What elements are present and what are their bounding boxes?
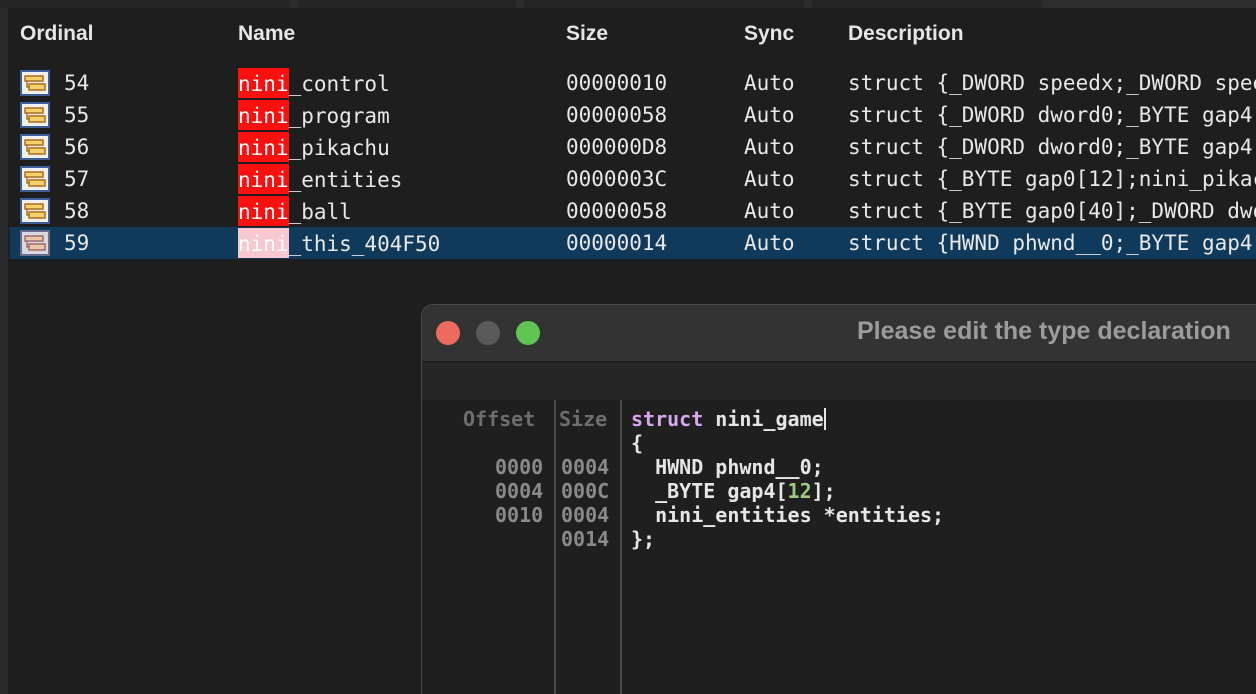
row-ordinal: 56 [64, 135, 90, 159]
row-name: nini_ball [238, 195, 352, 227]
top-toolbar-strip [0, 0, 1256, 8]
toolbar-segment [812, 0, 1042, 8]
table-row[interactable]: 57 nini_entities 0000003C Auto struct {_… [10, 163, 1256, 195]
search-match-highlight: nini [238, 132, 289, 162]
minimize-window-button[interactable] [476, 321, 500, 345]
row-name: nini_pikachu [238, 131, 390, 163]
gutter-separator [620, 400, 622, 694]
row-name: nini_this_404F50 [238, 227, 440, 259]
struct-name: nini_game [703, 407, 824, 431]
row-name-rest: _control [288, 72, 390, 96]
left-gutter [0, 8, 8, 694]
dialog-toolbar [422, 362, 1256, 400]
zoom-window-button[interactable] [516, 321, 540, 345]
search-match-highlight: nini [238, 164, 289, 194]
size-value: 000C [561, 479, 610, 503]
row-sync: Auto [744, 71, 795, 95]
dialog-title: Please edit the type declaration [857, 317, 1231, 345]
table-row[interactable]: 58 nini_ball 00000058 Auto struct {_BYTE… [10, 195, 1256, 227]
row-sync: Auto [744, 199, 795, 223]
column-header-sync[interactable]: Sync [744, 22, 794, 46]
size-column-header: Size [559, 407, 608, 431]
offset-value: 0004 [495, 479, 544, 503]
row-sync: Auto [744, 103, 795, 127]
row-name: nini_entities [238, 163, 402, 195]
row-size: 0000003C [566, 167, 668, 191]
offset-column-header: Offset [463, 407, 536, 431]
size-value: 0004 [561, 455, 610, 479]
row-name-rest: _program [288, 104, 390, 128]
toolbar-segment [298, 0, 516, 8]
toolbar-segment [0, 0, 290, 8]
gutter-separator [554, 400, 556, 694]
struct-type-icon [20, 134, 50, 160]
table-header: Ordinal Name Size Sync Description [0, 8, 1256, 64]
row-name-rest: _entities [288, 168, 403, 192]
search-match-highlight: nini [238, 100, 289, 130]
row-description: struct {_BYTE gap0[40];_DWORD dword [848, 199, 1256, 223]
local-types-list: 54 nini_control 00000010 Auto struct {_D… [10, 67, 1256, 259]
offset-value: 0000 [495, 455, 544, 479]
struct-type-icon [20, 166, 50, 192]
row-sync: Auto [744, 135, 795, 159]
search-match-highlight: nini [238, 68, 289, 98]
code-line: ]; [811, 479, 836, 503]
type-declaration-editor[interactable]: Offset Size 0000 0004 0010 0004 000C 000… [422, 400, 1256, 694]
struct-type-icon [20, 230, 50, 256]
code-line: nini_entities *entities; [631, 503, 945, 527]
code-line: }; [631, 527, 656, 551]
table-row[interactable]: 54 nini_control 00000010 Auto struct {_D… [10, 67, 1256, 99]
table-row[interactable]: 56 nini_pikachu 000000D8 Auto struct {_D… [10, 131, 1256, 163]
row-name: nini_control [238, 67, 390, 99]
row-name: nini_program [238, 99, 390, 131]
row-size: 00000058 [566, 199, 668, 223]
row-description: struct {_DWORD dword0;_BYTE gap4 [848, 135, 1253, 159]
table-row[interactable]: 55 nini_program 00000058 Auto struct {_D… [10, 99, 1256, 131]
row-size: 00000058 [566, 103, 668, 127]
row-ordinal: 57 [64, 167, 90, 191]
row-size: 00000014 [566, 231, 668, 255]
column-header-size[interactable]: Size [566, 22, 608, 46]
row-ordinal: 55 [64, 103, 90, 127]
row-sync: Auto [744, 167, 795, 191]
size-value: 0014 [561, 527, 610, 551]
array-size-number: 12 [787, 479, 812, 503]
search-match-highlight: nini [238, 196, 289, 226]
dialog-titlebar[interactable]: Please edit the type declaration [422, 305, 1256, 362]
row-description: struct {_BYTE gap0[12];nini_pikachu [848, 167, 1256, 191]
offset-value: 0010 [495, 503, 544, 527]
code-line: { [631, 431, 644, 455]
close-window-button[interactable] [436, 321, 460, 345]
row-sync: Auto [744, 231, 795, 255]
code-line: HWND phwnd__0; [631, 455, 824, 479]
column-header-name[interactable]: Name [238, 22, 295, 46]
struct-keyword: struct [631, 407, 704, 431]
row-size: 000000D8 [566, 135, 668, 159]
row-description: struct {_DWORD dword0;_BYTE gap4 [848, 103, 1253, 127]
code-line: _BYTE gap4[ [631, 479, 788, 503]
struct-type-icon [20, 102, 50, 128]
row-name-rest: _this_404F50 [288, 232, 441, 256]
search-match-highlight: nini [238, 228, 289, 258]
column-header-description[interactable]: Description [848, 22, 964, 46]
row-ordinal: 58 [64, 199, 90, 223]
column-header-ordinal[interactable]: Ordinal [20, 22, 94, 46]
struct-type-icon [20, 70, 50, 96]
row-name-rest: _ball [288, 200, 352, 224]
row-ordinal: 54 [64, 71, 90, 95]
row-ordinal: 59 [64, 231, 90, 255]
code-text[interactable]: struct nini_game { HWND phwnd__0; _BYTE … [631, 407, 944, 551]
table-row-selected[interactable]: 59 nini_this_404F50 00000014 Auto struct… [10, 227, 1256, 259]
edit-type-dialog: Please edit the type declaration Offset … [421, 304, 1256, 694]
size-value: 0004 [561, 503, 610, 527]
row-name-rest: _pikachu [288, 136, 390, 160]
row-description: struct {_DWORD speedx;_DWORD speedy; [848, 71, 1256, 95]
toolbar-segment [524, 0, 804, 8]
row-description: struct {HWND phwnd__0;_BYTE gap4 [848, 231, 1253, 255]
row-size: 00000010 [566, 71, 668, 95]
struct-type-icon [20, 198, 50, 224]
text-caret [823, 408, 826, 430]
